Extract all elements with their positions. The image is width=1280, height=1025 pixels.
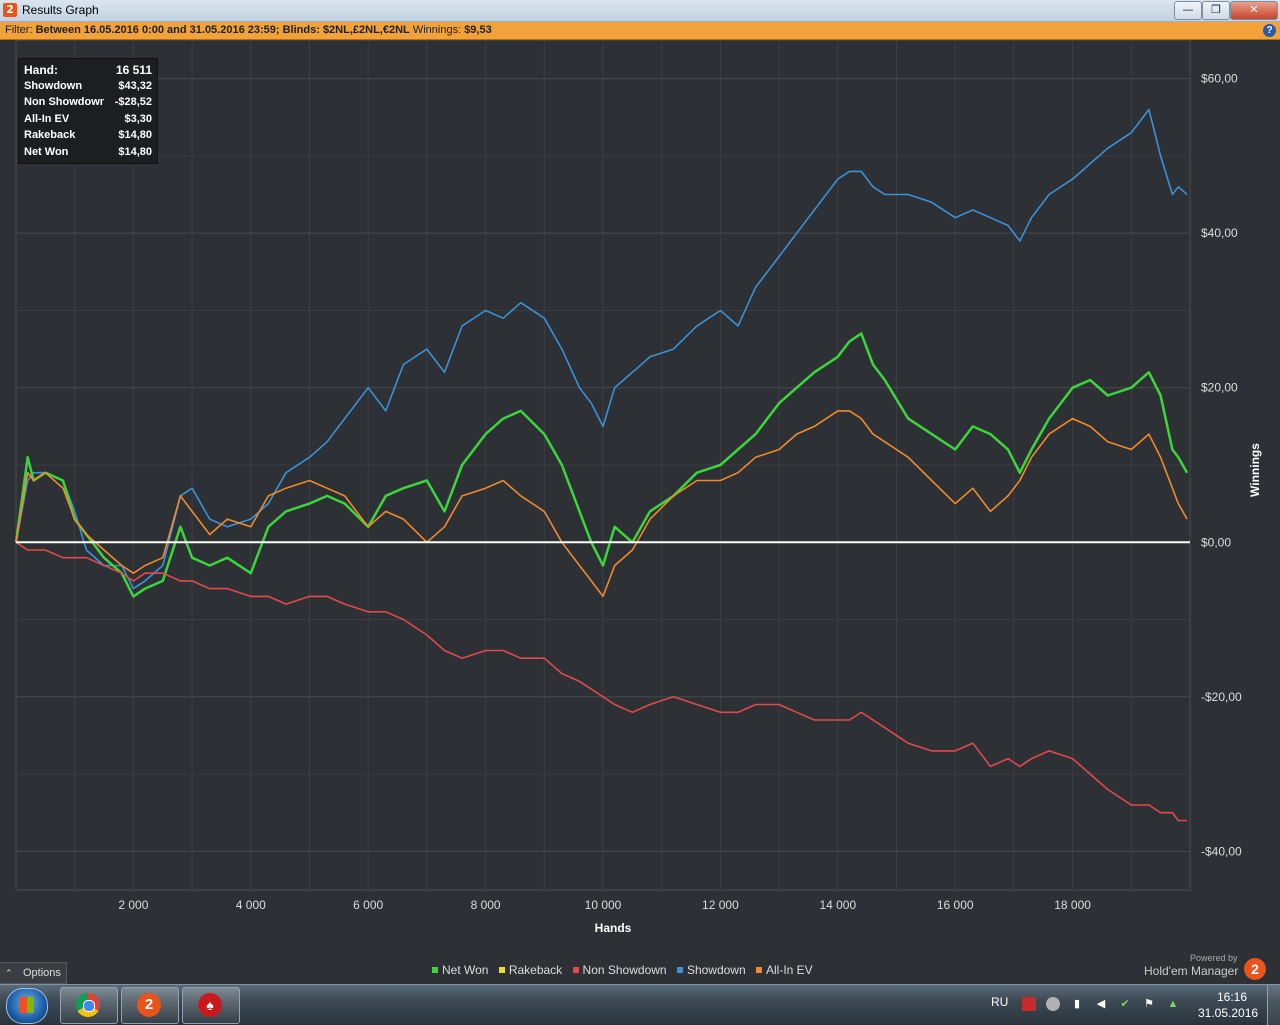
taskbar-pokerstars-button[interactable]: ♠ [182, 987, 240, 1024]
close-button[interactable]: ✕ [1230, 1, 1278, 20]
legend-swatch [432, 967, 438, 973]
volume-icon[interactable]: ◀ [1094, 997, 1108, 1011]
hm2-icon: 2 [137, 993, 161, 1017]
hm2-app-icon: 2 [3, 3, 17, 17]
stats-value: -$28,52 [114, 96, 152, 108]
legend-swatch [756, 967, 762, 973]
window-title: Results Graph [22, 3, 99, 17]
start-button[interactable] [6, 988, 48, 1024]
options-button[interactable]: ⌃ Options [0, 962, 67, 984]
x-tick-label: 2 000 [118, 898, 148, 912]
x-tick-label: 18 000 [1054, 898, 1091, 912]
tray-antivirus-icon[interactable] [1046, 997, 1060, 1011]
x-tick-label: 14 000 [819, 898, 856, 912]
stats-label: Net Won [24, 145, 69, 158]
stats-label: Rakeback [24, 129, 76, 141]
stats-label: Non Showdown [24, 96, 104, 108]
chevron-up-icon: ⌃ [5, 968, 13, 978]
windows-logo-icon [20, 997, 34, 1013]
stats-value: $43,32 [118, 79, 152, 92]
stats-value: 16 511 [115, 63, 152, 77]
taskbar-hm2-button[interactable]: 2 [121, 987, 179, 1024]
stats-value: $14,80 [118, 129, 152, 141]
taskbar-chrome-button[interactable] [60, 987, 118, 1024]
options-label: Options [23, 967, 61, 979]
winnings-label: Winnings: [412, 24, 462, 36]
legend-item-showdown[interactable]: Showdown [676, 963, 746, 977]
legend-swatch [572, 967, 579, 973]
stats-value: $3,30 [124, 112, 152, 125]
stats-value: $14,80 [118, 145, 152, 158]
legend-label: All-In EV [766, 963, 813, 977]
legend-label: Net Won [442, 963, 489, 977]
pokerstars-icon: ♠ [198, 993, 222, 1017]
filter-description: Filter: Between 16.05.2016 0:00 and 31.0… [5, 24, 492, 36]
results-line-chart: 2 000 4 000 6 000 8 000 10 000 12 000 14 000 16… [14, 40, 1262, 935]
stats-row-showdown: Showdown $43,32 [19, 79, 157, 96]
stats-row-allin-ev: All-In EV $3,30 [19, 112, 157, 129]
stats-row-hands: Hand: 16 511 [19, 62, 157, 79]
y-tick-label: $0,00 [1201, 535, 1231, 549]
x-tick-label: 4 000 [236, 898, 266, 912]
stats-label: Showdown [24, 79, 83, 92]
legend-label: Showdown [686, 963, 746, 977]
chrome-icon [76, 993, 100, 1017]
x-tick-label: 16 000 [937, 898, 974, 912]
legend-item-rakeback[interactable]: Rakeback [498, 963, 563, 977]
filter-label: Filter: [5, 24, 33, 36]
y-axis-title: Winnings [1248, 443, 1262, 497]
y-tick-label: $20,00 [1201, 381, 1238, 395]
clock-time[interactable]: 16:16 [1212, 990, 1252, 1004]
y-tick-label: -$20,00 [1201, 690, 1242, 704]
powered-by-text: Powered by [1190, 953, 1238, 963]
stats-panel: Hand: 16 511 Showdown $43,32 Non Showdow… [18, 58, 158, 164]
x-tick-label: 8 000 [471, 898, 501, 912]
legend-swatch [676, 967, 683, 973]
legend-item-allin-ev[interactable]: All-In EV [756, 963, 813, 977]
x-tick-label: 6 000 [353, 898, 383, 912]
maximize-button[interactable]: ❐ [1202, 1, 1230, 20]
signal-icon[interactable]: ▲ [1166, 997, 1180, 1011]
legend-item-net-won[interactable]: Net Won [432, 963, 488, 977]
stats-label: Hand: [24, 63, 58, 77]
chart-legend: Net Won Rakeback Non Showdown Showdown A… [432, 963, 820, 979]
tray-app-icon[interactable] [1022, 997, 1036, 1011]
x-axis-title: Hands [595, 921, 632, 935]
security-check-icon[interactable]: ✔ [1118, 997, 1132, 1011]
show-desktop-button[interactable] [1267, 985, 1280, 1025]
help-icon[interactable]: ? [1263, 24, 1276, 37]
minimize-button[interactable]: — [1174, 1, 1202, 20]
legend-label: Rakeback [508, 963, 563, 977]
hm2-logo-icon: 2 [1244, 958, 1266, 980]
legend-label: Non Showdown [582, 963, 667, 977]
action-center-flag-icon[interactable]: ⚑ [1142, 997, 1156, 1011]
stats-label: All-In EV [24, 112, 70, 125]
stats-row-rakeback: Rakeback $14,80 [19, 128, 157, 145]
stats-row-net-won: Net Won $14,80 [19, 145, 157, 162]
y-tick-label: $60,00 [1201, 72, 1238, 86]
x-tick-label: 12 000 [702, 898, 739, 912]
brand-name: Hold'em Manager [1144, 964, 1239, 978]
legend-swatch [498, 967, 505, 973]
language-indicator[interactable]: RU [991, 995, 1008, 1009]
clock-date[interactable]: 31.05.2016 [1198, 1006, 1258, 1020]
y-tick-label: -$40,00 [1201, 844, 1242, 858]
title-bar: 2 Results Graph — ❐ ✕ [0, 0, 1280, 22]
filter-value: Between 16.05.2016 0:00 and 31.05.2016 2… [35, 24, 410, 36]
legend-item-non-showdown[interactable]: Non Showdown [572, 963, 667, 977]
filter-bar: Filter: Between 16.05.2016 0:00 and 31.0… [0, 22, 1280, 40]
network-icon[interactable]: ▮ [1070, 997, 1084, 1011]
windows-taskbar: 2 ♠ RU ▮ ◀ ✔ ⚑ ▲ 16:16 31.05.2016 [0, 984, 1280, 1025]
y-tick-label: $40,00 [1201, 226, 1238, 240]
x-tick-label: 10 000 [585, 898, 622, 912]
stats-row-non-showdown: Non Showdown -$28,52 [19, 95, 157, 112]
winnings-value: $9,53 [464, 24, 492, 36]
